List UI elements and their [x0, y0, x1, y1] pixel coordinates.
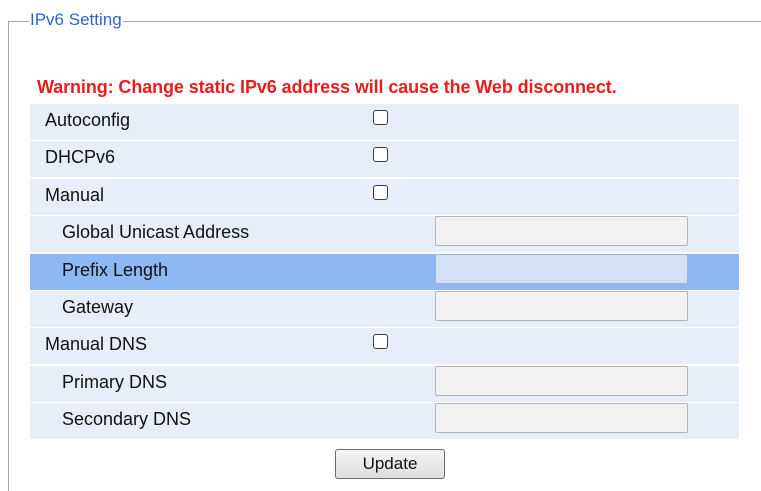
- manual-dns-checkbox[interactable]: [373, 334, 388, 350]
- primary-dns-label: Primary DNS: [62, 371, 168, 392]
- row-secondary-dns: Secondary DNS: [30, 403, 739, 440]
- manual-checkbox[interactable]: [373, 184, 388, 200]
- row-manual-dns: Manual DNS: [30, 328, 739, 365]
- row-prefix-length: Prefix Length: [30, 253, 739, 290]
- autoconfig-checkbox[interactable]: [373, 110, 388, 125]
- fieldset-border-left: [8, 21, 9, 491]
- row-dhcpv6: DHCPv6: [30, 141, 739, 178]
- row-gateway: Gateway: [30, 290, 739, 327]
- manual-label: Manual: [45, 184, 105, 205]
- fieldset-legend: IPv6 Setting: [29, 9, 123, 31]
- primary-dns-input[interactable]: [435, 365, 688, 396]
- manual-dns-label: Manual DNS: [45, 334, 148, 355]
- secondary-dns-input[interactable]: [435, 403, 688, 434]
- warning-message: Warning: Change static IPv6 address will…: [37, 77, 617, 97]
- gateway-input[interactable]: [435, 290, 688, 321]
- prefix-length-input[interactable]: [435, 253, 688, 284]
- global-unicast-address-input[interactable]: [435, 216, 688, 247]
- ipv6-settings-table: Autoconfig DHCPv6 Manual Global Unicast …: [30, 104, 739, 441]
- gateway-label: Gateway: [62, 296, 134, 317]
- row-primary-dns: Primary DNS: [30, 365, 739, 402]
- dhcpv6-label: DHCPv6: [45, 147, 116, 168]
- row-global-unicast-address: Global Unicast Address: [30, 216, 739, 253]
- global-unicast-address-label: Global Unicast Address: [62, 222, 250, 243]
- prefix-length-label: Prefix Length: [62, 259, 169, 280]
- secondary-dns-label: Secondary DNS: [62, 409, 192, 430]
- dhcpv6-checkbox[interactable]: [373, 147, 388, 163]
- update-button[interactable]: Update: [335, 449, 445, 479]
- row-autoconfig: Autoconfig: [30, 104, 739, 140]
- autoconfig-label: Autoconfig: [45, 110, 131, 130]
- row-manual: Manual: [30, 178, 739, 215]
